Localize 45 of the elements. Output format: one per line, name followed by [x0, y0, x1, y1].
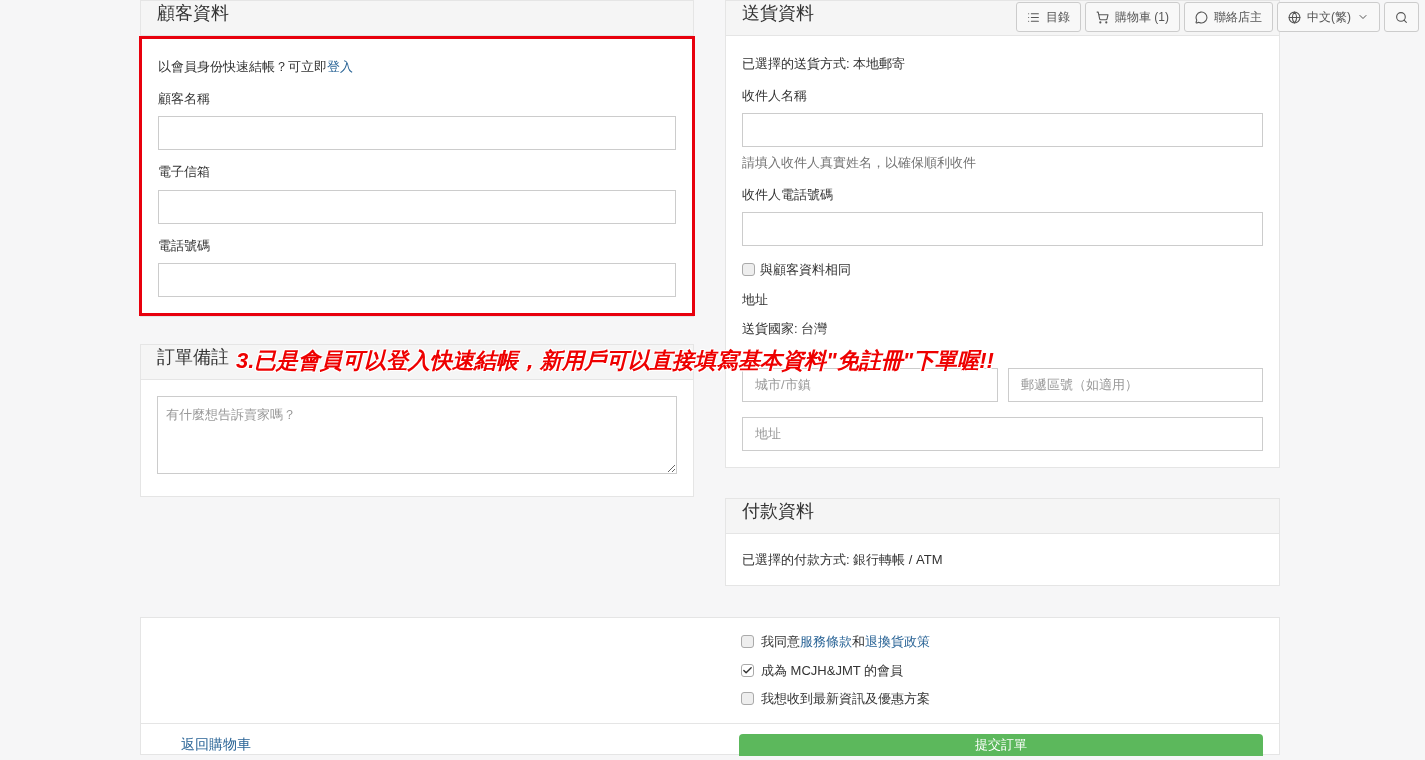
chat-icon — [1195, 10, 1208, 24]
field-label: 顧客名稱 — [158, 89, 211, 108]
notes-textarea[interactable]: 有什麼想告訴賣家嗎？ — [157, 396, 677, 474]
field-label: 電子信箱 — [158, 163, 211, 181]
nav-button[interactable]: 購物車 (1) — [1085, 2, 1180, 32]
search-button[interactable] — [1384, 2, 1419, 32]
nav-button[interactable]: 中文(繁) — [1277, 2, 1380, 32]
checkbox[interactable] — [742, 263, 755, 277]
login-link[interactable]: 登入 — [327, 59, 353, 74]
checkbox-label: 與顧客資料相同 — [760, 261, 851, 279]
panel-title: 訂單備註 — [157, 346, 229, 369]
agreement-text: 我同意服務條款和退換貨政策 — [761, 633, 930, 651]
nav-button[interactable]: 目錄 — [1016, 2, 1081, 32]
input-field[interactable]: 地址 — [742, 416, 1263, 451]
policy-link[interactable]: 服務條款 — [800, 634, 852, 649]
field-hint: 請填入收件人真實姓名，以確保順利收件 — [742, 154, 977, 172]
checkbox[interactable] — [741, 692, 754, 706]
back-to-cart-link[interactable]: 返回購物車 — [181, 734, 251, 755]
input-field[interactable]: 郵遞區號（如適用） — [1007, 367, 1263, 402]
checkbox[interactable] — [741, 663, 754, 677]
payment-method: 已選擇的付款方式: 銀行轉帳 / ATM — [742, 551, 943, 567]
field-label: 收件人名稱 — [742, 86, 808, 105]
globe-icon — [1288, 10, 1301, 24]
panel-title: 付款資料 — [742, 499, 814, 523]
agreement-text: 成為 MCJH&JMT 的會員 — [761, 661, 904, 680]
input-field[interactable] — [742, 212, 1263, 246]
field-label: 電話號碼 — [158, 236, 211, 255]
address-title: 地址 — [742, 290, 769, 309]
agreement-text: 我想收到最新資訊及優惠方案 — [761, 690, 930, 708]
input-field[interactable] — [158, 116, 676, 150]
nav-button[interactable]: 聯絡店主 — [1184, 2, 1273, 32]
checkbox[interactable] — [741, 635, 754, 649]
field-label: 收件人電話號碼 — [742, 185, 834, 204]
input-field[interactable] — [158, 263, 676, 297]
shipping-method: 已選擇的送貨方式: 本地郵寄 — [742, 55, 907, 73]
panel-title: 送貨資料 — [742, 2, 814, 25]
search-icon — [1395, 10, 1408, 24]
policy-link[interactable]: 退換貨政策 — [865, 634, 930, 649]
list-icon — [1027, 10, 1040, 24]
panel-title: 顧客資料 — [157, 2, 229, 25]
shipping-country: 送貨國家: 台灣 — [742, 320, 829, 338]
input-field[interactable] — [158, 189, 676, 224]
input-field[interactable] — [742, 113, 1263, 147]
login-prompt: 以會員身份快速結帳？可立即登入 — [158, 58, 354, 76]
cart-icon — [1096, 10, 1109, 24]
